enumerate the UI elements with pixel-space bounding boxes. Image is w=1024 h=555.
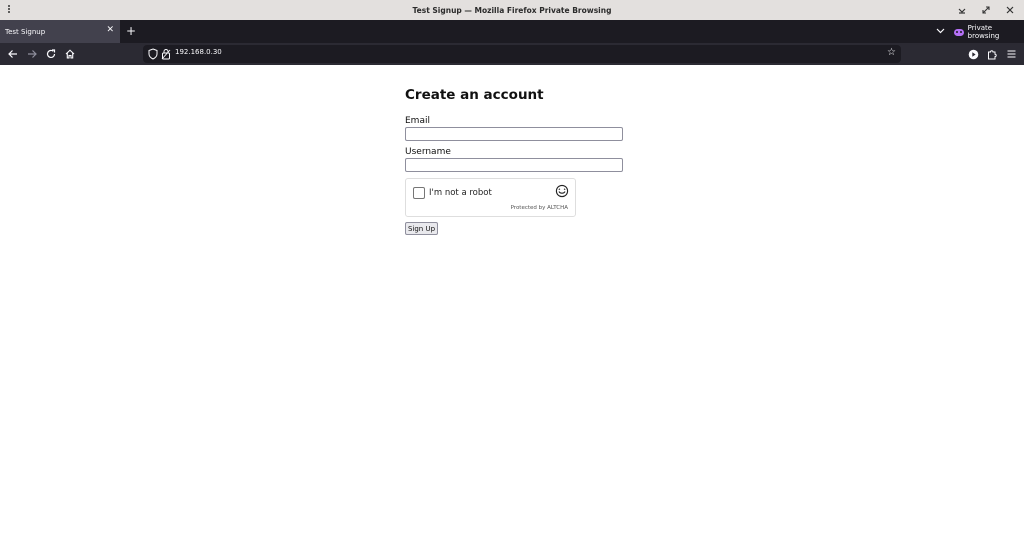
hamburger-menu-icon <box>1007 50 1015 58</box>
plus-icon: + <box>125 24 137 38</box>
email-input[interactable] <box>405 127 623 141</box>
username-label: Username <box>405 147 451 157</box>
close-window-icon[interactable] <box>1004 3 1016 17</box>
private-browsing-label: Private browsing <box>967 24 1000 40</box>
url-text: 192.168.0.30 <box>175 48 222 56</box>
arrow-left-icon <box>8 50 17 58</box>
address-bar[interactable]: 192.168.0.30 ☆ <box>143 45 901 63</box>
username-input[interactable] <box>405 158 623 172</box>
lock-icon[interactable] <box>161 48 171 60</box>
private-mask-icon <box>954 28 964 36</box>
window-controls <box>956 3 1016 17</box>
altcha-widget: I'm not a robot Protected by ALTCHA <box>405 178 576 217</box>
play-circle-icon <box>968 49 978 59</box>
bookmark-star-icon[interactable]: ☆ <box>887 47 896 58</box>
email-label: Email <box>405 116 430 126</box>
forward-button[interactable] <box>24 46 40 62</box>
captcha-label[interactable]: I'm not a robot <box>429 188 492 198</box>
tab-label: Test Signup <box>5 27 46 36</box>
app-menu-button[interactable] <box>1003 46 1019 62</box>
home-icon <box>65 49 75 59</box>
home-button[interactable] <box>62 46 78 62</box>
minimize-icon[interactable] <box>956 3 968 17</box>
window-titlebar: Test Signup — Mozilla Firefox Private Br… <box>0 0 1024 20</box>
private-browsing-indicator: Private browsing <box>954 24 1024 40</box>
reload-icon <box>46 49 56 59</box>
puzzle-icon <box>988 49 997 59</box>
extensions-button[interactable] <box>984 46 1000 62</box>
captcha-footer: Protected by ALTCHA <box>510 205 568 211</box>
tab-test-signup[interactable]: Test Signup ✕ <box>0 20 120 43</box>
navigation-toolbar: 192.168.0.30 ☆ <box>0 43 1024 65</box>
page-title: Create an account <box>405 87 544 103</box>
tab-close-icon[interactable]: ✕ <box>106 25 114 35</box>
shield-icon[interactable] <box>148 48 158 60</box>
page-content: Create an account Email Username I'm not… <box>0 65 1024 555</box>
window-menu-icon[interactable] <box>6 4 12 16</box>
reload-button[interactable] <box>43 46 59 62</box>
new-tab-button[interactable]: + <box>124 23 138 39</box>
arrow-right-icon <box>28 50 37 58</box>
vpn-button[interactable] <box>965 46 981 62</box>
chevron-down-icon <box>936 28 944 34</box>
sign-up-button[interactable]: Sign Up <box>405 222 438 235</box>
tab-list-button[interactable] <box>934 24 946 38</box>
tab-strip: Test Signup ✕ + Private browsing <box>0 20 1024 43</box>
restore-icon[interactable] <box>980 3 992 17</box>
window-title: Test Signup — Mozilla Firefox Private Br… <box>412 5 612 15</box>
back-button[interactable] <box>5 46 21 62</box>
altcha-logo-icon <box>555 184 569 198</box>
captcha-checkbox[interactable] <box>413 187 425 199</box>
